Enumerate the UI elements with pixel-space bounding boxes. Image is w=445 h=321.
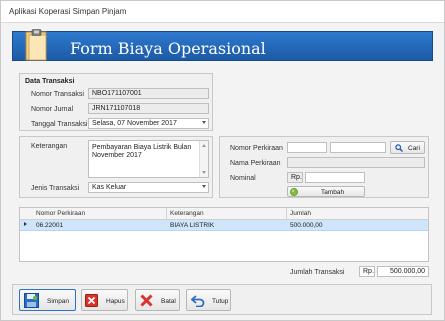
column-divider bbox=[166, 208, 167, 220]
column-header[interactable]: Nomor Perkiraan bbox=[36, 210, 85, 217]
account-name-label: Nama Perkiraan bbox=[230, 160, 281, 167]
transaction-section-title: Data Transaksi bbox=[25, 78, 75, 85]
transaction-type-label: Jenis Transaksi bbox=[31, 185, 80, 192]
save-icon bbox=[24, 293, 39, 308]
delete-icon bbox=[85, 294, 98, 307]
document-icon bbox=[25, 29, 47, 61]
cancel-button-label: Batal bbox=[161, 298, 176, 305]
column-divider bbox=[286, 208, 287, 220]
app-window: Aplikasi Koperasi Simpan Pinjam Form Bia… bbox=[0, 0, 445, 321]
transaction-type-value: Kas Keluar bbox=[92, 184, 127, 191]
note-text: Pembayaran Biaya Listrik Bulan November … bbox=[92, 144, 192, 159]
save-button-label: Simpan bbox=[47, 298, 70, 305]
row-account-cell: 06.22001 bbox=[36, 222, 64, 229]
form-banner: Form Biaya Operasional bbox=[12, 29, 433, 61]
title-bar: Aplikasi Koperasi Simpan Pinjam bbox=[1, 1, 444, 23]
transaction-number-label: Nomor Transaksi bbox=[31, 91, 84, 98]
search-button-label: Cari bbox=[408, 145, 420, 152]
transaction-type-select[interactable]: Kas Keluar bbox=[88, 182, 209, 193]
account-number-field-2[interactable] bbox=[330, 142, 386, 153]
transaction-date-picker[interactable]: Selasa, 07 November 2017 bbox=[88, 118, 209, 129]
save-button[interactable]: Simpan bbox=[19, 289, 76, 311]
scroll-down-icon[interactable] bbox=[202, 171, 206, 174]
transaction-date-label: Tanggal Transaksi bbox=[31, 121, 88, 128]
table-row[interactable]: 06.22001 BIAYA LISTRIK 500.000,00 bbox=[20, 220, 428, 231]
form-title: Form Biaya Operasional bbox=[70, 39, 266, 58]
account-number-label: Nomor Perkiraan bbox=[230, 145, 283, 152]
row-description-cell: BIAYA LISTRIK bbox=[170, 222, 215, 229]
chevron-down-icon[interactable] bbox=[202, 185, 206, 188]
journal-number-label: Nomor Jurnal bbox=[31, 106, 74, 113]
nominal-label: Nominal bbox=[230, 175, 256, 182]
row-indicator-icon bbox=[24, 222, 27, 226]
summary-currency: Rp. bbox=[359, 266, 375, 277]
account-number-field[interactable] bbox=[287, 142, 327, 153]
column-header[interactable]: Keterangan bbox=[170, 210, 204, 217]
note-label: Keterangan bbox=[31, 143, 68, 150]
back-arrow-icon bbox=[191, 295, 205, 307]
summary-total-field: 500.000,00 bbox=[377, 266, 429, 277]
scroll-up-icon[interactable] bbox=[202, 144, 206, 147]
table-header: Nomor Perkiraan Keterangan Jumlah bbox=[20, 208, 428, 220]
search-icon bbox=[395, 144, 403, 152]
add-icon bbox=[290, 188, 298, 196]
note-scrollbar[interactable] bbox=[199, 141, 208, 177]
close-button-label: Tutup bbox=[212, 298, 229, 305]
delete-button-label: Hapus bbox=[106, 298, 125, 305]
account-name-field[interactable] bbox=[287, 157, 425, 168]
window-title: Aplikasi Koperasi Simpan Pinjam bbox=[9, 7, 127, 16]
transactions-table[interactable]: Nomor Perkiraan Keterangan Jumlah 06.220… bbox=[19, 207, 429, 262]
close-button[interactable]: Tutup bbox=[186, 289, 231, 311]
journal-number-field[interactable]: JRN171107018 bbox=[88, 103, 209, 114]
cancel-icon bbox=[140, 294, 153, 307]
transaction-date-value: Selasa, 07 November 2017 bbox=[92, 120, 177, 127]
note-textarea[interactable]: Pembayaran Biaya Listrik Bulan November … bbox=[88, 140, 209, 178]
add-button-label: Tambah bbox=[321, 189, 345, 196]
column-header[interactable]: Jumlah bbox=[290, 210, 311, 217]
search-button[interactable]: Cari bbox=[390, 141, 425, 154]
summary-label: Jumlah Transaksi bbox=[290, 269, 345, 276]
nominal-field[interactable] bbox=[305, 172, 365, 183]
cancel-button[interactable]: Batal bbox=[135, 289, 180, 311]
nominal-currency: Rp. bbox=[287, 172, 303, 183]
add-button[interactable]: Tambah bbox=[287, 186, 365, 197]
delete-button[interactable]: Hapus bbox=[81, 289, 128, 311]
row-amount-cell: 500.000,00 bbox=[290, 222, 323, 229]
transaction-number-field[interactable]: NBO171107001 bbox=[88, 88, 209, 99]
chevron-down-icon[interactable] bbox=[202, 121, 206, 124]
